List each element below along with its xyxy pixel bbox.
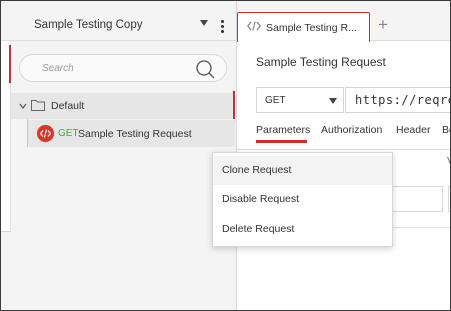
folder-row-default[interactable]: Default: [11, 93, 235, 119]
sidebar: Sample Testing Copy Search Default GET S…: [1, 1, 237, 310]
value-column-header: V: [447, 155, 450, 167]
request-context-menu: Clone Request Disable Request Delete Req…: [212, 152, 393, 247]
app-window: Sample Testing Copy Search Default GET S…: [0, 0, 451, 311]
tab-label: Sample Testing R...: [266, 22, 357, 34]
code-icon: [247, 21, 261, 31]
request-subtabs: Parameters Authorization Header Bo: [256, 124, 450, 144]
tab-body[interactable]: Bo: [442, 124, 450, 136]
url-input[interactable]: https://reqre: [345, 87, 451, 113]
subtab-divider: [237, 149, 450, 150]
chevron-down-icon[interactable]: [19, 102, 27, 110]
new-tab-button[interactable]: +: [378, 15, 388, 35]
search-placeholder: Search: [42, 63, 74, 74]
url-value: https://reqre: [355, 93, 451, 107]
request-row[interactable]: GET Sample Testing Request: [28, 120, 235, 147]
search-icon[interactable]: [195, 59, 215, 79]
tab-sample-testing-request[interactable]: Sample Testing R...: [237, 12, 370, 42]
request-title[interactable]: Sample Testing Request: [256, 55, 386, 69]
menu-item-disable-request[interactable]: Disable Request: [213, 185, 392, 214]
folder-active-accent: [233, 91, 235, 119]
active-subtab-underline: [256, 140, 307, 143]
menu-item-clone-request[interactable]: Clone Request: [213, 156, 392, 185]
caret-down-icon: [329, 98, 337, 104]
sidebar-header: Sample Testing Copy: [1, 1, 236, 41]
sidebar-active-accent: [9, 45, 11, 83]
method-value: GET: [265, 95, 286, 106]
request-name-label: Sample Testing Request: [78, 128, 192, 140]
request-method-label: GET: [58, 128, 79, 139]
folder-label: Default: [51, 100, 85, 112]
collection-name[interactable]: Sample Testing Copy: [34, 19, 142, 31]
kebab-menu-icon[interactable]: [220, 18, 226, 34]
folder-icon: [31, 100, 45, 111]
tab-authorization[interactable]: Authorization: [321, 124, 382, 136]
tab-header[interactable]: Header: [396, 124, 430, 136]
collection-dropdown-caret-icon[interactable]: [200, 20, 208, 26]
menu-item-delete-request[interactable]: Delete Request: [213, 215, 392, 244]
code-icon: [37, 125, 54, 142]
tab-bar: Sample Testing R... +: [237, 1, 450, 42]
search-input[interactable]: Search: [19, 54, 227, 82]
tab-parameters[interactable]: Parameters: [256, 124, 310, 136]
method-select[interactable]: GET: [256, 87, 344, 113]
gutter-divider: [1, 231, 11, 232]
